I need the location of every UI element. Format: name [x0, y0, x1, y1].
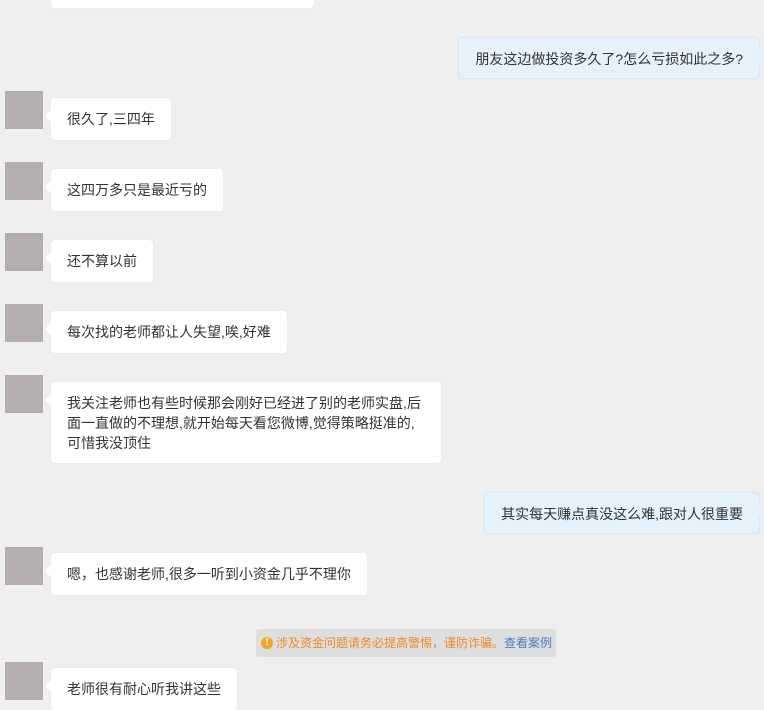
notice-text: 涉及资金问题请务必提高警惕，谨防诈骗。	[276, 636, 505, 650]
avatar[interactable]	[5, 162, 43, 200]
avatar[interactable]	[5, 91, 43, 129]
message-bubble-received: 还不算以前	[45, 240, 153, 282]
avatar[interactable]	[5, 233, 43, 271]
avatar[interactable]	[5, 304, 43, 342]
fraud-warning-notice: ! 涉及资金问题请务必提高警惕，谨防诈骗。查看案例	[256, 629, 556, 657]
message-bubble-received: 嗯，也感谢老师,很多一听到小资金几乎不理你	[45, 553, 367, 595]
message-bubble-received: 这四万多只是最近亏的	[45, 169, 223, 211]
message-text: 每次找的老师都让人失望,唉,好难	[67, 324, 271, 340]
message-text: 还不算以前	[67, 253, 137, 269]
message-text: 朋友这边做投资多久了?怎么亏损如此之多?	[475, 51, 743, 67]
message-bubble-partial	[51, 0, 314, 8]
message-text: 其实每天赚点真没这么难,跟对人很重要	[501, 506, 743, 522]
message-bubble-sent: 朋友这边做投资多久了?怎么亏损如此之多?	[458, 37, 764, 79]
message-bubble-received: 每次找的老师都让人失望,唉,好难	[45, 311, 287, 353]
message-text: 这四万多只是最近亏的	[67, 182, 207, 198]
message-text: 很久了,三四年	[67, 111, 155, 127]
avatar[interactable]	[5, 375, 43, 413]
avatar[interactable]	[5, 662, 43, 700]
message-text: 老师很有耐心听我讲这些	[67, 681, 221, 697]
avatar[interactable]	[5, 547, 43, 585]
message-text: 我关注老师也有些时候那会刚好已经进了别的老师实盘,后面一直做的不理想,就开始每天…	[67, 395, 421, 451]
message-bubble-received: 老师很有耐心听我讲这些	[45, 668, 237, 710]
exclamation-circle-icon: !	[261, 637, 273, 649]
message-bubble-received: 很久了,三四年	[45, 98, 171, 140]
message-text: 嗯，也感谢老师,很多一听到小资金几乎不理你	[67, 566, 351, 582]
view-cases-link[interactable]: 查看案例	[504, 636, 552, 650]
message-bubble-sent: 其实每天赚点真没这么难,跟对人很重要	[484, 492, 764, 534]
message-bubble-received: 我关注老师也有些时候那会刚好已经进了别的老师实盘,后面一直做的不理想,就开始每天…	[45, 382, 441, 463]
